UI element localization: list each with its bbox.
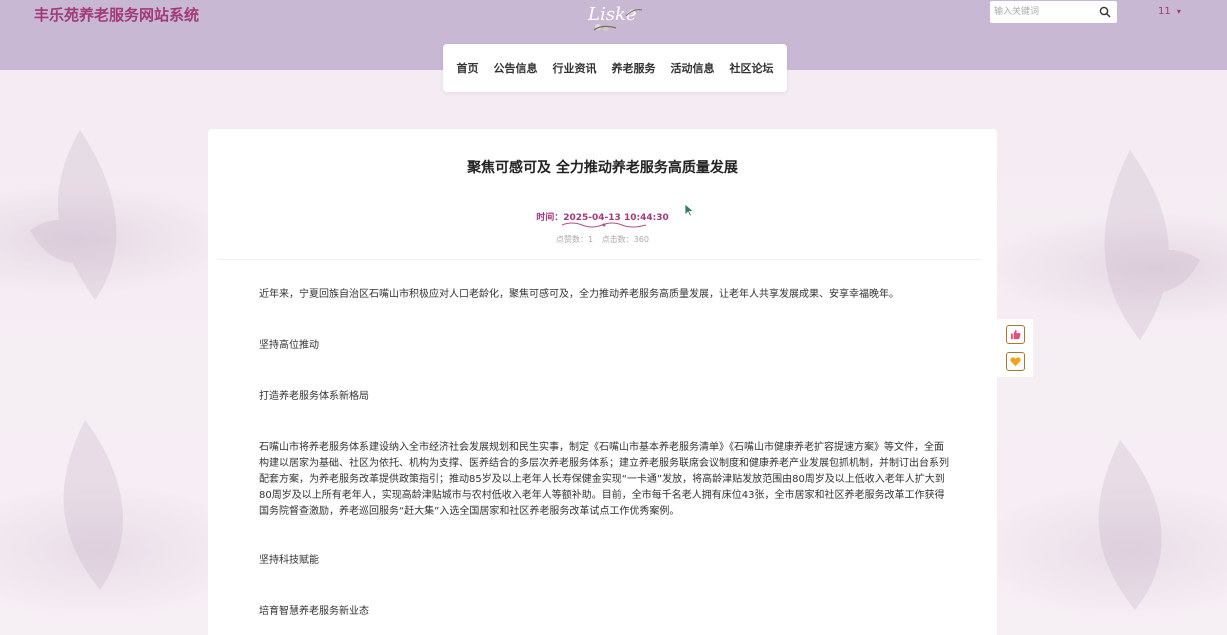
article-paragraph: 近年来，宁夏回族自治区石嘴山市积极应对人口老龄化，聚焦可感可及，全力推动养老服务… [259,289,899,300]
nav-item-industry-news[interactable]: 行业资讯 [553,60,597,76]
like-button[interactable] [1006,325,1025,344]
swirl-decoration-icon [561,222,647,228]
thumbs-up-icon [1010,329,1021,340]
mouse-cursor-icon [684,203,694,217]
leaf-decoration-icon [30,130,117,300]
chevron-down-icon: ▾ [1176,7,1181,16]
article-paragraph: 培育智慧养老服务新业态 [259,606,369,617]
search-box [990,1,1117,23]
favorite-button[interactable] [1006,352,1025,371]
user-menu[interactable]: 11 ▾ [1158,6,1181,17]
user-name: 11 [1158,6,1171,17]
nav-item-home[interactable]: 首页 [457,60,479,76]
nav-item-activities[interactable]: 活动信息 [671,60,715,76]
logo-icon[interactable]: Liske [582,0,648,34]
main-nav: 首页 公告信息 行业资讯 养老服务 活动信息 社区论坛 [443,44,787,92]
article-paragraph: 坚持高位推动 [259,340,319,351]
site-title[interactable]: 丰乐苑养老服务网站系统 [34,4,199,25]
nav-item-elderly-services[interactable]: 养老服务 [612,60,656,76]
article-paragraph: 打造养老服务体系新格局 [259,391,369,402]
logo-text: Liske [587,4,637,25]
leaf-decoration-icon [1098,440,1162,610]
nav-item-forum[interactable]: 社区论坛 [730,60,774,76]
article-title: 聚焦可感可及 全力推动养老服务高质量发展 [467,160,738,176]
search-input[interactable] [994,4,1094,20]
search-icon[interactable] [1099,6,1111,18]
divider [218,259,981,260]
article-card: 聚焦可感可及 全力推动养老服务高质量发展 时间：2025-04-13 10:44… [208,129,997,635]
article-stats: 点赞数：1 点击数：360 [208,234,997,245]
nav-item-notices[interactable]: 公告信息 [494,60,538,76]
article-paragraph: 坚持科技赋能 [259,555,319,566]
heart-icon [1010,357,1021,367]
clicks-count: 点击数：360 [601,235,649,244]
side-action-bar [997,319,1033,377]
leaf-decoration-icon [1104,150,1200,340]
likes-count: 点赞数：1 [556,235,594,244]
leaf-decoration-icon [63,420,123,590]
article-paragraph: 石嘴山市将养老服务体系建设纳入全市经济社会发展规划和民生实事，制定《石嘴山市基本… [259,442,949,517]
